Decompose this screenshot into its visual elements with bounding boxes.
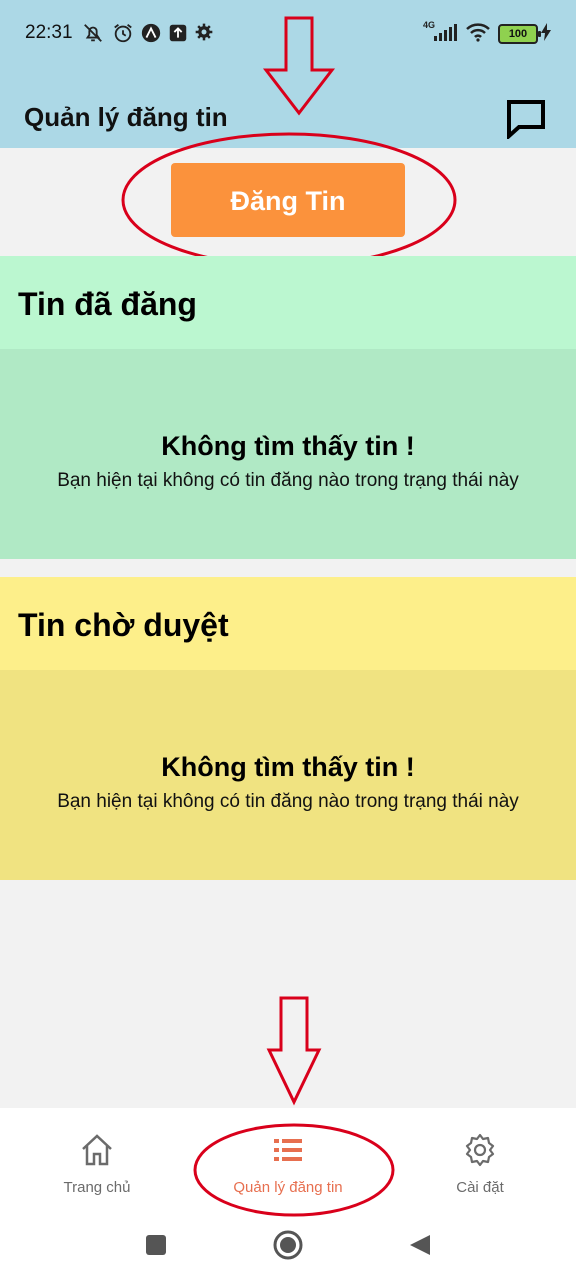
post-listing-button[interactable]: Đăng Tin: [171, 163, 405, 237]
page-title: Quản lý đăng tin: [24, 102, 228, 132]
settings-status-icon: [195, 23, 213, 41]
upload-icon: [169, 24, 187, 42]
signal-icon: [434, 24, 457, 41]
recent-apps-button[interactable]: [146, 1235, 166, 1255]
home-button[interactable]: [272, 1229, 304, 1261]
chat-icon[interactable]: [504, 99, 548, 139]
annotation-arrow-icon: [262, 16, 336, 116]
pending-empty-state: Không tìm thấy tin ! Bạn hiện tại không …: [0, 670, 576, 880]
nav-label-home: Trang chủ: [63, 1179, 131, 1196]
nav-label-settings: Cài đặt: [456, 1179, 504, 1196]
empty-title: Không tìm thấy tin !: [161, 752, 415, 782]
status-time: 22:31: [25, 22, 73, 43]
home-icon: [82, 1134, 112, 1166]
nav-item-home[interactable]: Trang chủ: [17, 1132, 177, 1196]
battery-level: 100: [508, 28, 528, 40]
charging-icon: [541, 23, 551, 41]
posted-section-title: Tin đã đăng: [18, 286, 197, 322]
pending-section: Tin chờ duyệt Không tìm thấy tin ! Bạn h…: [0, 577, 576, 880]
nav-item-settings[interactable]: Cài đặt: [400, 1132, 560, 1196]
gear-icon: [465, 1133, 495, 1167]
posted-empty-state: Không tìm thấy tin ! Bạn hiện tại không …: [0, 349, 576, 559]
pending-section-title: Tin chờ duyệt: [18, 607, 229, 643]
empty-description: Bạn hiện tại không có tin đăng nào trong…: [57, 470, 519, 491]
annotation-arrow-icon: [266, 996, 322, 1106]
pending-section-header: Tin chờ duyệt: [0, 577, 576, 670]
nav-item-manage-listings[interactable]: Quản lý đăng tin: [208, 1132, 368, 1196]
app-notification-icon: [141, 23, 161, 43]
bottom-navigation: Trang chủ Quản lý đăng tin Cài đặt: [0, 1108, 576, 1280]
nav-label-manage-listings: Quản lý đăng tin: [233, 1179, 343, 1196]
muted-bell-icon: [84, 24, 102, 42]
back-button[interactable]: [408, 1233, 432, 1257]
battery-indicator: 100: [498, 24, 541, 44]
wifi-icon: [466, 23, 490, 42]
list-icon: [274, 1139, 302, 1161]
alarm-icon: [114, 24, 132, 43]
empty-title: Không tìm thấy tin !: [161, 431, 415, 461]
posted-section-header: Tin đã đăng: [0, 256, 576, 349]
empty-description: Bạn hiện tại không có tin đăng nào trong…: [57, 791, 519, 812]
posted-section: Tin đã đăng Không tìm thấy tin ! Bạn hiệ…: [0, 256, 576, 559]
